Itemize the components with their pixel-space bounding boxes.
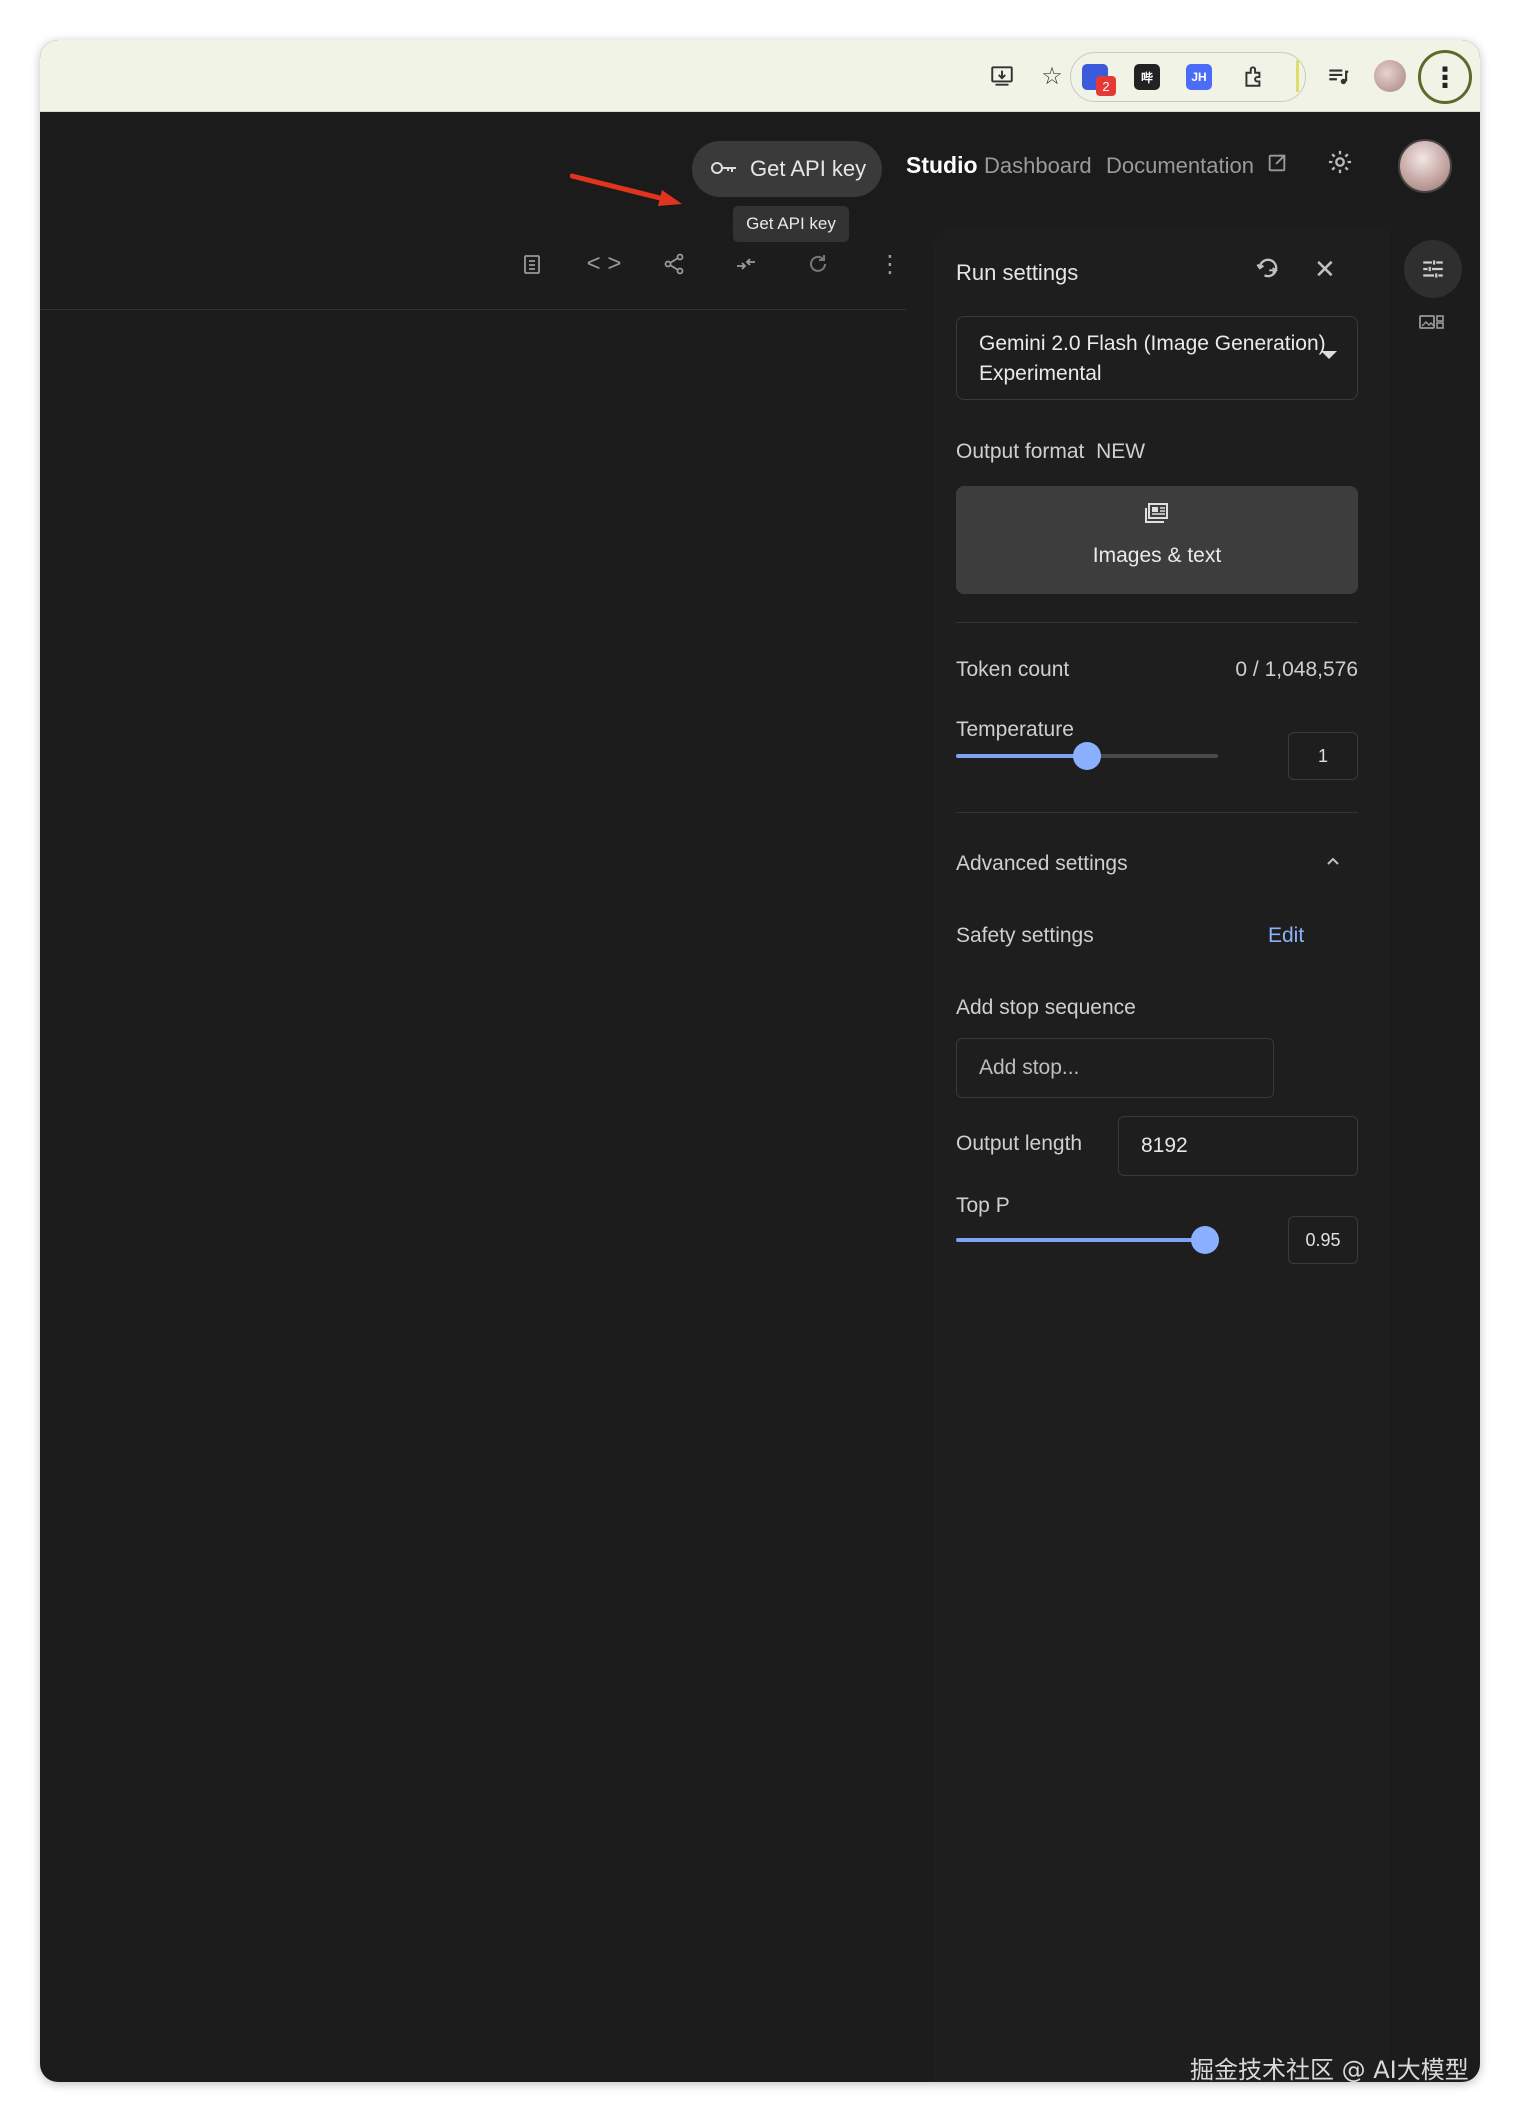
- model-selector[interactable]: Gemini 2.0 Flash (Image Generation) Expe…: [956, 316, 1358, 400]
- external-link-icon[interactable]: [1266, 152, 1288, 180]
- run-settings-title: Run settings: [956, 260, 1079, 285]
- dropdown-caret-icon: [1321, 351, 1337, 359]
- reset-icon[interactable]: [1254, 254, 1282, 289]
- refresh-icon[interactable]: [798, 244, 838, 284]
- share-icon[interactable]: [654, 244, 694, 284]
- compare-icon[interactable]: [726, 244, 766, 284]
- nav-dashboard[interactable]: Dashboard: [984, 153, 1092, 179]
- top-p-slider[interactable]: [956, 1226, 1219, 1254]
- prompt-toolbar: < > ⋮: [40, 224, 906, 310]
- output-format-value: Images & text: [1092, 544, 1222, 567]
- safety-settings-label: Safety settings: [956, 924, 1094, 947]
- code-icon[interactable]: < >: [584, 244, 624, 284]
- download-icon[interactable]: [984, 58, 1020, 94]
- app-header: Get API key Get API key Studio Dashboard…: [40, 112, 1480, 242]
- media-icon[interactable]: [1320, 58, 1356, 94]
- token-count-value: 0 / 1,048,576: [1235, 658, 1358, 681]
- safety-edit-link[interactable]: Edit: [1268, 924, 1304, 948]
- output-length-input[interactable]: 8192: [1118, 1116, 1358, 1176]
- gear-icon[interactable]: [1326, 148, 1354, 183]
- more-options-icon[interactable]: ⋮: [870, 244, 910, 284]
- new-badge: NEW: [1096, 440, 1146, 463]
- browser-toolbar: ☆ 2 哔 JH ⋮: [40, 40, 1480, 112]
- browser-menu-button[interactable]: ⋮: [1418, 50, 1472, 104]
- close-icon[interactable]: ✕: [1314, 254, 1336, 285]
- model-name: Gemini 2.0 Flash (Image Generation) Expe…: [979, 332, 1326, 385]
- chevron-up-icon[interactable]: [1324, 852, 1342, 876]
- top-p-slider-thumb[interactable]: [1191, 1226, 1219, 1254]
- extension-icon-2[interactable]: 哔: [1134, 64, 1160, 90]
- temperature-slider[interactable]: [956, 742, 1218, 770]
- top-p-label: Top P: [956, 1194, 1010, 1217]
- tune-icon[interactable]: [1404, 240, 1462, 298]
- profile-avatar-small[interactable]: [1374, 60, 1406, 92]
- divider: [956, 622, 1358, 623]
- extensions-icon[interactable]: [1236, 58, 1272, 94]
- top-p-slider-fill: [956, 1238, 1205, 1242]
- images-icon: [956, 502, 1358, 531]
- annotation-arrow: [570, 173, 682, 206]
- clipboard-icon[interactable]: [512, 244, 552, 284]
- extension-badge: 2: [1096, 76, 1116, 96]
- media-gallery-icon[interactable]: [1418, 312, 1446, 340]
- stop-sequence-input[interactable]: Add stop...: [956, 1038, 1274, 1098]
- stop-sequence-label: Add stop sequence: [956, 996, 1136, 1019]
- output-length-label: Output length: [956, 1132, 1083, 1155]
- get-api-key-button[interactable]: Get API key: [692, 141, 882, 197]
- app-window: ☆ 2 哔 JH ⋮ Get API key Get API key Studi…: [40, 40, 1480, 2082]
- divider: [956, 812, 1358, 813]
- nav-studio[interactable]: Studio: [906, 152, 978, 179]
- run-settings-panel: Run settings ✕ Gemini 2.0 Flash (Image G…: [934, 230, 1390, 2082]
- profile-avatar[interactable]: [1398, 139, 1452, 193]
- temperature-slider-thumb[interactable]: [1073, 742, 1101, 770]
- advanced-settings-label[interactable]: Advanced settings: [956, 852, 1128, 876]
- temperature-label: Temperature: [956, 718, 1074, 741]
- extension-icon-3[interactable]: JH: [1186, 64, 1212, 90]
- temperature-input[interactable]: 1: [1288, 732, 1358, 780]
- star-icon[interactable]: ☆: [1034, 58, 1070, 94]
- get-api-key-label: Get API key: [750, 156, 867, 181]
- output-format-label: Output format NEW: [956, 440, 1146, 463]
- toolbar-divider: [1296, 60, 1299, 92]
- watermark: 掘金技术社区 @ AI大模型: [1190, 2056, 1469, 2082]
- temperature-slider-fill: [956, 754, 1087, 758]
- token-count-label: Token count: [956, 658, 1070, 681]
- output-format-images-text[interactable]: Images & text: [956, 486, 1358, 594]
- top-p-input[interactable]: 0.95: [1288, 1216, 1358, 1264]
- nav-documentation[interactable]: Documentation: [1106, 153, 1254, 179]
- key-icon: [710, 156, 738, 182]
